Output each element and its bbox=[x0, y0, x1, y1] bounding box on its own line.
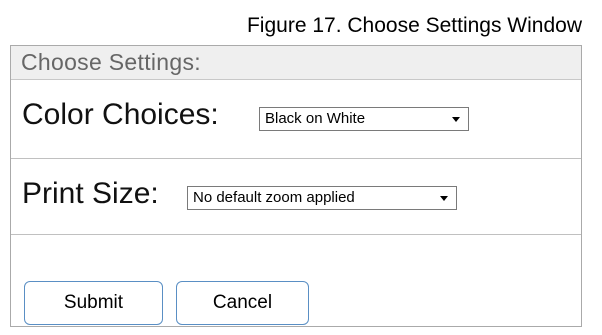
color-choices-label: Color Choices: bbox=[22, 98, 219, 131]
chevron-down-icon bbox=[452, 117, 460, 122]
print-size-value: No default zoom applied bbox=[193, 189, 355, 206]
panel-title: Choose Settings: bbox=[11, 46, 581, 80]
color-choices-select[interactable]: Black on White bbox=[259, 107, 469, 131]
figure-caption: Figure 17. Choose Settings Window bbox=[246, 14, 582, 37]
print-size-row: Print Size: No default zoom applied bbox=[11, 159, 581, 235]
color-choices-row: Color Choices: Black on White bbox=[11, 80, 581, 159]
print-size-label: Print Size: bbox=[22, 177, 159, 210]
color-choices-value: Black on White bbox=[265, 110, 366, 127]
cancel-button[interactable]: Cancel bbox=[176, 281, 309, 325]
print-size-select[interactable]: No default zoom applied bbox=[187, 186, 457, 210]
submit-button[interactable]: Submit bbox=[24, 281, 163, 325]
choose-settings-window: Choose Settings: Color Choices: Black on… bbox=[10, 45, 582, 327]
chevron-down-icon bbox=[440, 196, 448, 201]
